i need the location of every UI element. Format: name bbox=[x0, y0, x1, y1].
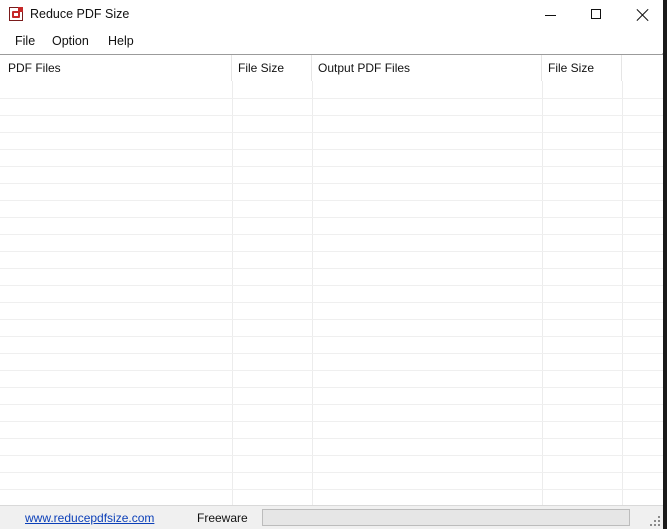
grid-row-line bbox=[0, 268, 663, 269]
grid-row-line bbox=[0, 285, 663, 286]
grid-row-line bbox=[0, 489, 663, 490]
minimize-button[interactable] bbox=[527, 0, 573, 31]
status-bar: www.reducepdfsize.com Freeware bbox=[0, 505, 663, 529]
menu-option[interactable]: Option bbox=[52, 34, 89, 48]
grid-divider bbox=[232, 81, 233, 505]
window-title: Reduce PDF Size bbox=[30, 7, 130, 21]
menu-file[interactable]: File bbox=[15, 34, 35, 48]
grid-row-line bbox=[0, 302, 663, 303]
license-label: Freeware bbox=[197, 511, 248, 525]
grid-row-line bbox=[0, 319, 663, 320]
grid-row-line bbox=[0, 217, 663, 218]
menu-bar: File Option Help bbox=[0, 31, 663, 53]
grid-row-line bbox=[0, 149, 663, 150]
column-pdf-files[interactable]: PDF Files bbox=[0, 55, 232, 81]
list-grid bbox=[0, 81, 663, 505]
grid-row-line bbox=[0, 336, 663, 337]
grid-divider bbox=[542, 81, 543, 505]
list-header: PDF Files File Size Output PDF Files Fil… bbox=[0, 55, 663, 81]
file-list[interactable]: PDF Files File Size Output PDF Files Fil… bbox=[0, 54, 663, 505]
website-link[interactable]: www.reducepdfsize.com bbox=[25, 511, 154, 525]
grid-divider bbox=[312, 81, 313, 505]
grid-row-line bbox=[0, 166, 663, 167]
grid-row-line bbox=[0, 132, 663, 133]
maximize-icon bbox=[591, 9, 601, 19]
close-button[interactable] bbox=[619, 0, 665, 31]
grid-row-line bbox=[0, 387, 663, 388]
column-output-pdf-files[interactable]: Output PDF Files bbox=[312, 55, 542, 81]
progress-bar bbox=[262, 509, 630, 526]
menu-help[interactable]: Help bbox=[108, 34, 134, 48]
close-icon bbox=[636, 8, 650, 22]
grid-row-line bbox=[0, 115, 663, 116]
grid-row-line bbox=[0, 200, 663, 201]
title-bar[interactable]: Reduce PDF Size bbox=[0, 0, 663, 31]
grid-divider bbox=[622, 81, 623, 505]
grid-row-line bbox=[0, 183, 663, 184]
grid-row-line bbox=[0, 421, 663, 422]
grid-row-line bbox=[0, 370, 663, 371]
minimize-icon bbox=[545, 15, 556, 16]
pdf-icon bbox=[9, 7, 23, 21]
grid-row-line bbox=[0, 404, 663, 405]
grid-row-line bbox=[0, 438, 663, 439]
grid-row-line bbox=[0, 98, 663, 99]
grid-row-line bbox=[0, 472, 663, 473]
app-window: Reduce PDF Size File Option Help PDF Fil… bbox=[0, 0, 663, 529]
grid-row-line bbox=[0, 455, 663, 456]
column-file-size[interactable]: File Size bbox=[232, 55, 312, 81]
resize-grip-icon[interactable] bbox=[650, 516, 661, 527]
grid-row-line bbox=[0, 251, 663, 252]
grid-row-line bbox=[0, 234, 663, 235]
grid-row-line bbox=[0, 353, 663, 354]
column-output-file-size[interactable]: File Size bbox=[542, 55, 622, 81]
maximize-button[interactable] bbox=[573, 0, 619, 31]
